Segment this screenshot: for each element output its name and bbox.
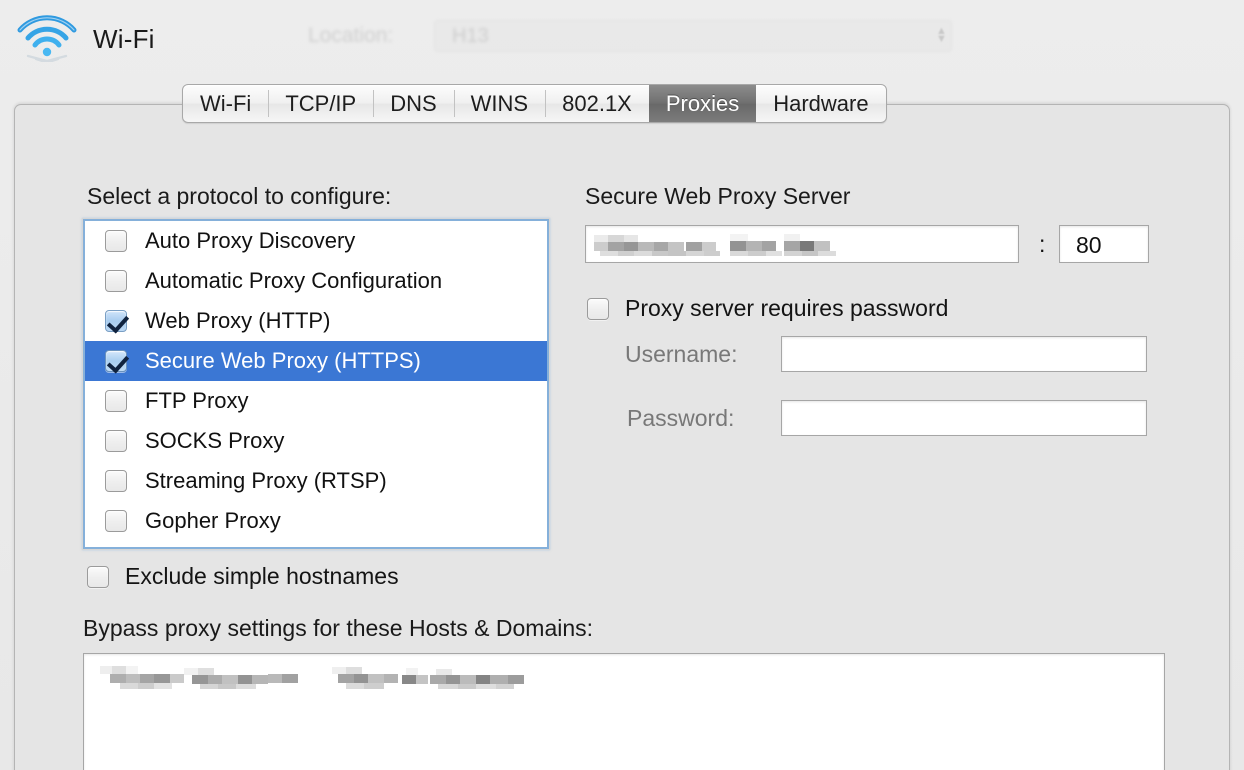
- redacted-server-address: [594, 234, 844, 256]
- requires-password-label: Proxy server requires password: [625, 295, 948, 322]
- exclude-simple-hostnames-row[interactable]: Exclude simple hostnames: [87, 563, 399, 590]
- redacted-bypass-entry-1: [100, 664, 308, 688]
- wifi-icon: [16, 14, 78, 62]
- protocol-label: Secure Web Proxy (HTTPS): [145, 348, 421, 374]
- tab-wins[interactable]: WINS: [454, 85, 545, 122]
- proxies-settings-sheet: Select a protocol to configure: Auto Pro…: [14, 104, 1230, 770]
- bypass-heading: Bypass proxy settings for these Hosts & …: [83, 615, 593, 642]
- tab-hardware[interactable]: Hardware: [756, 85, 885, 122]
- checkbox-ftp-proxy[interactable]: [105, 390, 127, 412]
- port-separator: :: [1039, 231, 1045, 258]
- username-label: Username:: [625, 341, 737, 368]
- protocol-label: FTP Proxy: [145, 388, 249, 414]
- protocol-row-gopher-proxy[interactable]: Gopher Proxy: [85, 501, 547, 541]
- bypass-hosts-textarea[interactable]: [83, 653, 1165, 770]
- location-label: Location:: [308, 24, 393, 48]
- tab-proxies[interactable]: Proxies: [649, 85, 756, 122]
- protocol-row-automatic-proxy-configuration[interactable]: Automatic Proxy Configuration: [85, 261, 547, 301]
- requires-password-row[interactable]: Proxy server requires password: [587, 295, 948, 322]
- tab-label: TCP/IP: [285, 91, 356, 117]
- protocol-list-heading: Select a protocol to configure:: [87, 183, 391, 210]
- tab-label: DNS: [390, 91, 436, 117]
- protocol-list[interactable]: Auto Proxy Discovery Automatic Proxy Con…: [83, 219, 549, 549]
- protocol-label: Streaming Proxy (RTSP): [145, 468, 387, 494]
- proxy-server-input[interactable]: [585, 225, 1019, 263]
- server-panel-heading: Secure Web Proxy Server: [585, 183, 850, 210]
- protocol-label: Automatic Proxy Configuration: [145, 268, 442, 294]
- tab-802-1x[interactable]: 802.1X: [545, 85, 649, 122]
- protocol-row-web-proxy-http[interactable]: Web Proxy (HTTP): [85, 301, 547, 341]
- tab-label: 802.1X: [562, 91, 632, 117]
- checkbox-gopher-proxy[interactable]: [105, 510, 127, 532]
- checkbox-web-proxy-http[interactable]: [105, 310, 127, 332]
- password-input[interactable]: [781, 400, 1147, 436]
- tab-wi-fi[interactable]: Wi-Fi: [183, 85, 268, 122]
- protocol-row-secure-web-proxy-https[interactable]: Secure Web Proxy (HTTPS): [85, 341, 547, 381]
- checkbox-secure-web-proxy-https[interactable]: [105, 350, 127, 372]
- tab-label: WINS: [471, 91, 528, 117]
- tab-tcp-ip[interactable]: TCP/IP: [268, 85, 373, 122]
- checkbox-socks-proxy[interactable]: [105, 430, 127, 452]
- page-title: Wi-Fi: [93, 24, 155, 55]
- protocol-label: Auto Proxy Discovery: [145, 228, 355, 254]
- window-header: Wi-Fi Location: H13 ▲▼: [0, 0, 1244, 72]
- checkbox-proxy-requires-password[interactable]: [587, 298, 609, 320]
- checkbox-exclude-simple-hostnames[interactable]: [87, 566, 109, 588]
- username-input[interactable]: [781, 336, 1147, 372]
- password-label: Password:: [627, 405, 734, 432]
- checkbox-streaming-proxy-rtsp[interactable]: [105, 470, 127, 492]
- protocol-label: SOCKS Proxy: [145, 428, 284, 454]
- location-dropdown[interactable]: [434, 20, 952, 52]
- tab-label: Proxies: [666, 91, 739, 117]
- updown-arrows-icon: ▲▼: [936, 27, 947, 43]
- protocol-row-auto-proxy-discovery[interactable]: Auto Proxy Discovery: [85, 221, 547, 261]
- tab-label: Wi-Fi: [200, 91, 251, 117]
- checkbox-automatic-proxy-configuration[interactable]: [105, 270, 127, 292]
- protocol-label: Web Proxy (HTTP): [145, 308, 330, 334]
- exclude-simple-hostnames-label: Exclude simple hostnames: [125, 563, 399, 590]
- protocol-row-socks-proxy[interactable]: SOCKS Proxy: [85, 421, 547, 461]
- redacted-bypass-entry-2: [332, 664, 600, 688]
- protocol-row-streaming-proxy-rtsp[interactable]: Streaming Proxy (RTSP): [85, 461, 547, 501]
- tab-dns[interactable]: DNS: [373, 85, 453, 122]
- checkbox-auto-proxy-discovery[interactable]: [105, 230, 127, 252]
- proxy-port-value: 80: [1076, 232, 1102, 259]
- network-preferences-window: Wi-Fi Connected Thund...thernet Not Conn…: [0, 0, 1244, 770]
- protocol-label: Gopher Proxy: [145, 508, 281, 534]
- location-value: H13: [452, 25, 489, 48]
- tab-label: Hardware: [773, 91, 868, 117]
- proxy-port-input[interactable]: 80: [1059, 225, 1149, 263]
- settings-tab-bar[interactable]: Wi-Fi TCP/IP DNS WINS 802.1X Proxies Har…: [182, 84, 887, 123]
- protocol-row-ftp-proxy[interactable]: FTP Proxy: [85, 381, 547, 421]
